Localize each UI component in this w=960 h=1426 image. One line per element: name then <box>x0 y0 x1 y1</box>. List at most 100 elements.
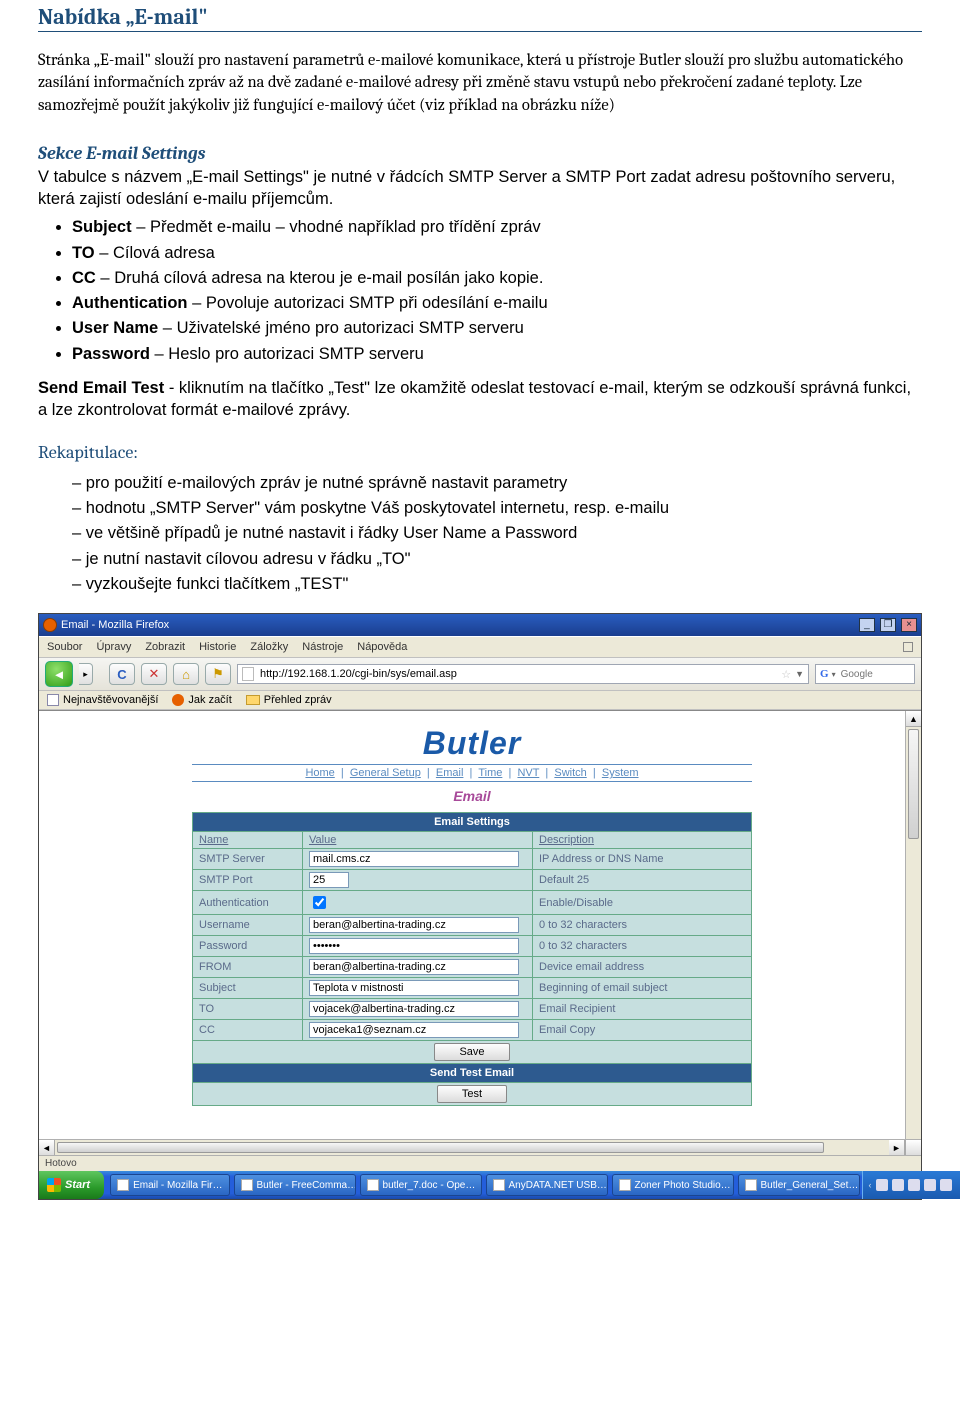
row-value-cell <box>303 891 533 915</box>
recap-list: pro použití e-mailových zpráv je nutné s… <box>72 472 922 595</box>
bullet-cc: CC – Druhá cílová adresa na kterou je e-… <box>72 267 922 289</box>
row-input[interactable] <box>309 872 349 888</box>
taskbar-label: Butler_General_Set… <box>761 1180 859 1191</box>
taskbar-button[interactable]: butler_7.doc - Ope… <box>360 1174 482 1196</box>
tray-icon[interactable] <box>940 1179 952 1191</box>
test-button[interactable]: Test <box>437 1085 507 1103</box>
scroll-right-icon[interactable]: ► <box>889 1140 905 1155</box>
taskbar-label: butler_7.doc - Ope… <box>383 1180 476 1191</box>
menu-help[interactable]: Nápověda <box>357 640 407 654</box>
horizontal-scrollbar[interactable]: ◄ ► <box>39 1139 921 1155</box>
nav-home[interactable]: Home <box>305 767 334 779</box>
row-description: IP Address or DNS Name <box>533 849 752 870</box>
bookmarks-toolbar: Nejnavštěvovanější Jak začít Přehled zpr… <box>39 691 921 710</box>
section-intro: V tabulce s názvem „E-mail Settings" je … <box>38 166 922 211</box>
url-dropdown-icon[interactable]: ▼ <box>795 669 804 679</box>
row-description: Device email address <box>533 957 752 978</box>
maximize-button[interactable]: ❐ <box>880 618 896 632</box>
tray-expand-icon[interactable]: ‹ <box>869 1180 872 1190</box>
row-name: Password <box>193 936 303 957</box>
bookmark-news-folder[interactable]: Přehled zpráv <box>246 694 332 706</box>
close-button[interactable]: × <box>901 618 917 632</box>
row-input[interactable] <box>309 851 519 867</box>
url-input[interactable] <box>258 667 777 681</box>
hscroll-thumb[interactable] <box>57 1142 824 1153</box>
auth-checkbox[interactable] <box>313 896 326 909</box>
nav-general-setup[interactable]: General Setup <box>350 767 421 779</box>
menu-history[interactable]: Historie <box>199 640 236 654</box>
vertical-scrollbar[interactable]: ▲ <box>905 711 921 1139</box>
forward-button[interactable]: ▸ <box>79 663 93 685</box>
menu-tools[interactable]: Nástroje <box>302 640 343 654</box>
taskbar-button[interactable]: Butler_General_Set… <box>738 1174 860 1196</box>
taskbar-label: Zoner Photo Studio… <box>635 1180 731 1191</box>
reload-button[interactable]: C <box>109 663 135 685</box>
taskbar-button[interactable]: Butler - FreeComma… <box>234 1174 356 1196</box>
start-button[interactable]: Start <box>39 1171 104 1199</box>
row-value-cell <box>303 849 533 870</box>
scroll-up-icon[interactable]: ▲ <box>906 711 921 727</box>
bookmark-most-visited[interactable]: Nejnavštěvovanější <box>47 694 158 706</box>
tray-icon[interactable] <box>892 1179 904 1191</box>
row-name: CC <box>193 1020 303 1041</box>
menu-file[interactable]: Soubor <box>47 640 82 654</box>
tray-icon[interactable] <box>876 1179 888 1191</box>
system-tray[interactable]: ‹ 11:26 <box>862 1171 960 1199</box>
row-input[interactable] <box>309 980 519 996</box>
tray-icon[interactable] <box>924 1179 936 1191</box>
row-name: Subject <box>193 978 303 999</box>
bookmark-getting-started[interactable]: Jak začít <box>172 694 231 706</box>
taskbar-button[interactable]: Email - Mozilla Fir… <box>110 1174 229 1196</box>
menu-edit[interactable]: Úpravy <box>96 640 131 654</box>
email-settings-table: Email Settings Name Value Description SM… <box>192 812 752 1106</box>
row-input[interactable] <box>309 938 519 954</box>
col-description: Description <box>533 832 752 849</box>
nav-switch[interactable]: Switch <box>554 767 586 779</box>
row-input[interactable] <box>309 917 519 933</box>
nav-system[interactable]: System <box>602 767 639 779</box>
col-value: Value <box>303 832 533 849</box>
url-bar[interactable]: ☆ ▼ <box>237 664 809 684</box>
home-button[interactable]: ⌂ <box>173 663 199 685</box>
taskbar-button[interactable]: AnyDATA.NET USB… <box>486 1174 608 1196</box>
taskbar-label: AnyDATA.NET USB… <box>509 1180 607 1191</box>
table-title: Email Settings <box>193 813 752 832</box>
save-button[interactable]: Save <box>434 1043 509 1061</box>
nav-email[interactable]: Email <box>436 767 464 779</box>
folder-icon <box>246 695 260 705</box>
bookmark-star-button[interactable]: ⚑ <box>205 663 231 685</box>
row-description: Enable/Disable <box>533 891 752 915</box>
page-subtitle: Email <box>192 788 752 804</box>
search-input[interactable] <box>839 668 960 681</box>
favorite-icon[interactable]: ☆ <box>781 668 791 681</box>
back-button[interactable]: ◄ <box>45 661 73 687</box>
status-bar: Hotovo <box>39 1155 921 1171</box>
table-row: TOEmail Recipient <box>193 999 752 1020</box>
row-input[interactable] <box>309 1022 519 1038</box>
resize-grip-icon[interactable] <box>905 1140 921 1155</box>
window-titlebar[interactable]: Email - Mozilla Firefox _ ❐ × <box>39 614 921 636</box>
scroll-left-icon[interactable]: ◄ <box>39 1140 55 1155</box>
row-value-cell <box>303 1020 533 1041</box>
doc-icon <box>47 694 59 706</box>
tray-icon[interactable] <box>908 1179 920 1191</box>
scroll-thumb[interactable] <box>908 729 919 839</box>
taskbar-button[interactable]: Zoner Photo Studio… <box>612 1174 734 1196</box>
minimize-button[interactable]: _ <box>859 618 875 632</box>
table-row: FROMDevice email address <box>193 957 752 978</box>
menu-view[interactable]: Zobrazit <box>145 640 185 654</box>
firefox-small-icon <box>172 694 184 706</box>
menu-bar: Soubor Úpravy Zobrazit Historie Záložky … <box>39 636 921 658</box>
row-input[interactable] <box>309 959 519 975</box>
menu-bookmarks[interactable]: Záložky <box>250 640 288 654</box>
row-value-cell <box>303 978 533 999</box>
bullet-subject: Subject – Předmět e-mailu – vhodné napří… <box>72 216 922 238</box>
nav-time[interactable]: Time <box>478 767 502 779</box>
nav-nvt[interactable]: NVT <box>517 767 539 779</box>
row-value-cell <box>303 957 533 978</box>
windows-logo-icon <box>47 1178 61 1192</box>
search-bar[interactable]: G ▾ <box>815 664 915 684</box>
stop-button[interactable]: ✕ <box>141 663 167 685</box>
menu-overflow-icon[interactable] <box>903 642 913 652</box>
row-input[interactable] <box>309 1001 519 1017</box>
